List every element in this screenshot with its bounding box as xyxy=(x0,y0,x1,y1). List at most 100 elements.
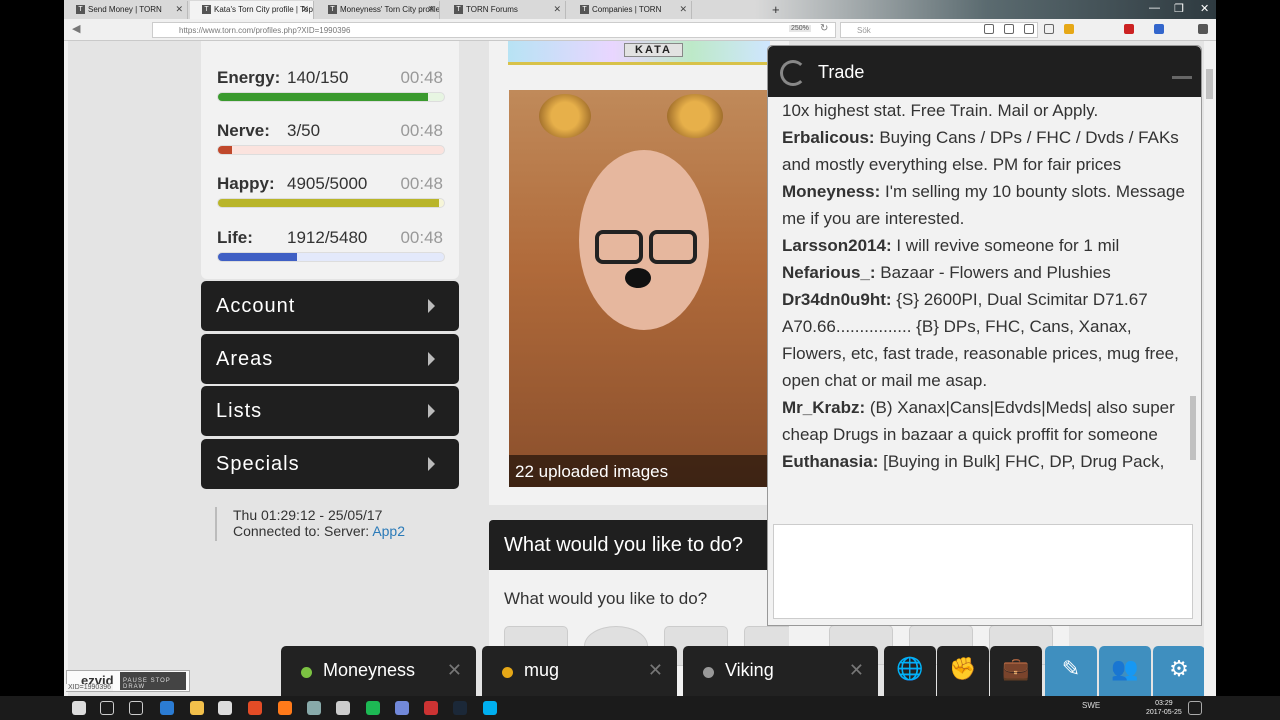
trade-chat-header[interactable]: Trade xyxy=(768,46,1201,97)
faction-chat-button[interactable]: ✊ xyxy=(937,646,989,696)
file-explorer-icon[interactable] xyxy=(190,701,204,715)
server-link[interactable]: App2 xyxy=(372,523,405,539)
page-scrollbar-thumb[interactable] xyxy=(1206,69,1213,99)
people-button[interactable]: 👥 xyxy=(1099,646,1151,696)
address-bar[interactable]: https://www.torn.com/profiles.php?XID=19… xyxy=(152,22,836,38)
stat-timer: 00:48 xyxy=(400,121,443,140)
glasses-lens xyxy=(649,230,697,264)
trade-chat-button[interactable]: ✎ xyxy=(1045,646,1097,696)
browser-tab[interactable]: T Companies | TORN ✕ xyxy=(568,1,692,19)
close-chat-icon[interactable]: ✕ xyxy=(849,660,864,681)
page-edge xyxy=(64,41,68,696)
chat-tab-mug[interactable]: mug ✕ xyxy=(482,646,677,696)
close-tab-icon[interactable]: ✕ xyxy=(175,4,183,15)
browser-tab-title: Companies | TORN xyxy=(592,5,662,14)
chat-message: Moneyness: I'm selling my 10 bounty slot… xyxy=(782,178,1192,232)
firefox-icon[interactable] xyxy=(278,701,292,715)
profile-photo[interactable] xyxy=(509,90,771,487)
stat-value: 1912/5480 xyxy=(287,228,368,247)
browser-tab-title: Kata's Torn City profile | Top xyxy=(214,5,313,14)
chat-message-user[interactable]: Nefarious_: xyxy=(782,263,876,282)
chat-settings-button[interactable]: ⚙ xyxy=(1153,646,1205,696)
app-icon[interactable] xyxy=(336,701,350,715)
menu-account[interactable]: Account xyxy=(201,281,459,331)
chat-message-user[interactable]: Larsson2014: xyxy=(782,236,892,255)
task-view-icon[interactable] xyxy=(129,701,143,715)
chat-message-user[interactable]: Erbalicous: xyxy=(782,128,875,147)
discord-icon[interactable] xyxy=(395,701,409,715)
browser-tab-active[interactable]: T Kata's Torn City profile | Top ✕ xyxy=(190,1,314,19)
stat-bar xyxy=(217,92,445,102)
bookmark-star-icon[interactable] xyxy=(984,24,994,34)
chat-message: Nefarious_: Bazaar - Flowers and Plushie… xyxy=(782,259,1192,286)
chat-tab-name: mug xyxy=(524,660,560,680)
home-icon[interactable] xyxy=(1044,24,1054,34)
notifications-icon[interactable] xyxy=(1188,701,1202,715)
steam-icon[interactable] xyxy=(453,701,467,715)
extension-icon[interactable] xyxy=(1154,24,1164,34)
spotify-icon[interactable] xyxy=(366,701,380,715)
close-tab-icon[interactable]: ✕ xyxy=(301,4,309,15)
chat-message-user[interactable]: Euthanasia: xyxy=(782,452,878,471)
chat-message-user[interactable]: Dr34dn0u9ht: xyxy=(782,290,892,309)
adblock-icon[interactable] xyxy=(1124,24,1134,34)
stat-name: Happy: xyxy=(217,174,275,193)
company-chat-button[interactable]: 💼 xyxy=(990,646,1042,696)
chevron-right-icon xyxy=(428,352,435,366)
chat-message-user[interactable]: Mr_Krabz: xyxy=(782,398,865,417)
edge-icon[interactable] xyxy=(160,701,174,715)
back-arrow-icon[interactable]: ◀ xyxy=(72,22,80,35)
chat-tab-viking[interactable]: Viking ✕ xyxy=(683,646,878,696)
close-chat-icon[interactable]: ✕ xyxy=(447,660,462,681)
ezvid-recorder-controls[interactable]: PAUSE STOP DRAW xyxy=(120,672,186,690)
chevron-right-icon xyxy=(428,299,435,313)
torn-favicon-icon: T xyxy=(202,5,211,14)
close-chat-icon[interactable]: ✕ xyxy=(648,660,663,681)
menu-label: Specials xyxy=(216,453,300,475)
skype-icon[interactable] xyxy=(483,701,497,715)
maximize-window-icon[interactable]: ❐ xyxy=(1174,2,1184,15)
global-chat-button[interactable]: 🌐 xyxy=(884,646,936,696)
chrome-icon[interactable] xyxy=(248,701,262,715)
close-tab-icon[interactable]: ✕ xyxy=(553,4,561,15)
chat-message-user[interactable]: Moneyness: xyxy=(782,182,880,201)
windows-start-icon[interactable] xyxy=(72,701,86,715)
taskbar-clock[interactable]: 03:29 2017-05-25 xyxy=(1146,699,1182,717)
close-window-icon[interactable]: ✕ xyxy=(1200,2,1209,15)
chat-scrollbar[interactable] xyxy=(1190,396,1196,460)
minimize-chat-icon[interactable] xyxy=(1172,76,1192,79)
close-tab-icon[interactable]: ✕ xyxy=(427,4,435,15)
menu-hamburger-icon[interactable] xyxy=(1198,24,1208,34)
uploaded-images-link[interactable]: 22 uploaded images xyxy=(509,455,771,487)
extension-icon[interactable] xyxy=(1064,24,1074,34)
chat-message-input[interactable] xyxy=(773,524,1193,619)
menu-areas[interactable]: Areas xyxy=(201,334,459,384)
online-status-dot xyxy=(703,667,714,678)
reload-icon[interactable]: ↻ xyxy=(820,23,828,34)
download-icon[interactable] xyxy=(1024,24,1034,34)
store-icon[interactable] xyxy=(218,701,232,715)
minimize-window-icon[interactable]: — xyxy=(1149,2,1160,14)
browser-tab[interactable]: T Send Money | TORN ✕ xyxy=(64,1,188,19)
stat-bar-fill xyxy=(218,199,440,207)
menu-lists[interactable]: Lists xyxy=(201,386,459,436)
stat-bar xyxy=(217,145,445,155)
page-scrollbar[interactable] xyxy=(1204,41,1216,696)
torn-page: Energy: 140/150 00:48 Nerve: 3/50 00:48 … xyxy=(64,41,1216,696)
new-tab-plus-icon[interactable]: + xyxy=(772,2,780,17)
app-icon[interactable] xyxy=(307,701,321,715)
browser-tab[interactable]: T TORN Forums ✕ xyxy=(442,1,566,19)
app-icon[interactable] xyxy=(424,701,438,715)
torn-favicon-icon: T xyxy=(454,5,463,14)
stat-value: 4905/5000 xyxy=(287,174,368,193)
close-tab-icon[interactable]: ✕ xyxy=(679,4,687,15)
menu-specials[interactable]: Specials xyxy=(201,439,459,489)
zoom-level[interactable]: 250% xyxy=(789,25,811,32)
screen: T Send Money | TORN ✕ T Kata's Torn City… xyxy=(0,0,1280,720)
clock-date: 2017-05-25 xyxy=(1146,709,1182,716)
reading-list-icon[interactable] xyxy=(1004,24,1014,34)
browser-tab[interactable]: T Moneyness' Torn City profile ✕ xyxy=(316,1,440,19)
chat-tab-moneyness[interactable]: Moneyness ✕ xyxy=(281,646,476,696)
search-icon[interactable] xyxy=(100,701,114,715)
system-tray-lang[interactable]: SWE xyxy=(1082,701,1100,710)
